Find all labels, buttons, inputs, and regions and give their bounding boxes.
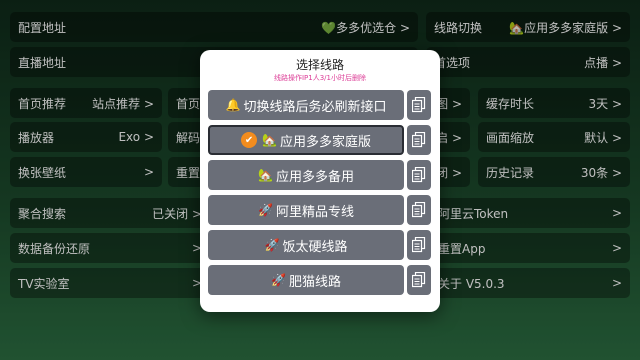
copy-button[interactable] <box>407 195 431 225</box>
route-option-feimao[interactable]: 🚀 肥猫线路 <box>208 265 404 295</box>
rocket-icon: 🚀 <box>264 238 280 252</box>
copy-button[interactable] <box>407 125 431 155</box>
route-option-refresh-notice[interactable]: 🔔 切换线路后务必刷新接口 <box>208 90 404 120</box>
copy-button[interactable] <box>407 230 431 260</box>
rocket-icon: 🚀 <box>258 203 273 217</box>
bell-icon: 🔔 <box>225 98 241 112</box>
route-option-label: 应用多多家庭版 <box>279 134 371 150</box>
check-circle-icon: ✔ <box>241 132 258 148</box>
copy-icon <box>412 97 426 113</box>
copy-icon <box>412 237 426 253</box>
rocket-icon: 🚀 <box>271 273 286 287</box>
copy-icon <box>412 202 426 218</box>
copy-button[interactable] <box>407 265 431 295</box>
route-option-aliyun[interactable]: 🚀 阿里精品专线 <box>208 195 404 225</box>
dialog-subtitle: 线路操作IP1人3/1小时后删除 <box>273 74 366 82</box>
route-option-fantaiying[interactable]: 🚀 饭太硬线路 <box>208 230 404 260</box>
route-option-label: 饭太硬线路 <box>282 239 348 255</box>
route-option-label: 应用多多备用 <box>275 169 354 185</box>
copy-icon <box>412 272 426 288</box>
copy-button[interactable] <box>407 90 431 120</box>
copy-icon <box>412 167 426 183</box>
house-icon: 🏡 <box>258 168 273 182</box>
dialog-title: 选择线路 <box>295 58 344 72</box>
house-icon: 🏡 <box>262 133 277 147</box>
route-option-family[interactable]: ✔ 🏡 应用多多家庭版 <box>208 125 404 155</box>
route-option-label: 切换线路后务必刷新接口 <box>243 99 387 115</box>
route-select-dialog: 选择线路 线路操作IP1人3/1小时后删除 🔔 切换线路后务必刷新接口 ✔ 🏡 … <box>200 50 440 312</box>
copy-button[interactable] <box>407 160 431 190</box>
route-option-backup[interactable]: 🏡 应用多多备用 <box>208 160 404 190</box>
copy-icon <box>412 132 426 148</box>
route-option-label: 肥猫线路 <box>288 274 341 290</box>
route-option-label: 阿里精品专线 <box>275 204 354 220</box>
